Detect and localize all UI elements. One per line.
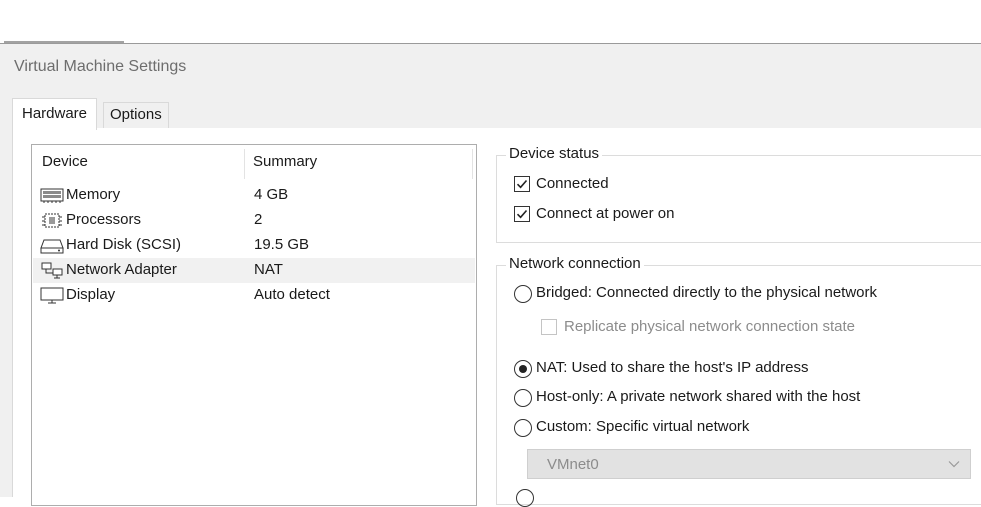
connect-at-power-on-label: Connect at power on xyxy=(536,205,675,222)
column-header-summary[interactable]: Summary xyxy=(253,153,317,170)
connected-label: Connected xyxy=(536,175,609,192)
device-name: Hard Disk (SCSI) xyxy=(66,236,182,253)
column-header-device[interactable]: Device xyxy=(42,153,88,170)
tab-hardware[interactable]: Hardware xyxy=(12,98,98,130)
checkbox-box[interactable] xyxy=(541,319,557,335)
checkbox-box[interactable] xyxy=(514,206,530,222)
radio-circle[interactable] xyxy=(514,285,532,303)
memory-icon xyxy=(40,187,64,204)
device-name: Processors xyxy=(66,211,142,228)
radio-circle[interactable] xyxy=(514,419,532,437)
device-summary: 4 GB xyxy=(254,186,289,203)
network-connection-label: Network connection xyxy=(506,255,644,272)
background-window-strip xyxy=(0,0,981,43)
radio-circle[interactable] xyxy=(514,360,532,378)
column-separator xyxy=(472,149,473,179)
checkmark-icon xyxy=(516,179,528,189)
radio-circle[interactable] xyxy=(514,389,532,407)
device-row-network-adapter[interactable]: Network Adapter NAT xyxy=(33,258,475,283)
host-only-label: Host-only: A private network shared with… xyxy=(536,388,861,405)
replicate-state-label: Replicate physical network connection st… xyxy=(564,318,855,335)
custom-label: Custom: Specific virtual network xyxy=(536,418,750,435)
device-name: Network Adapter xyxy=(66,261,177,278)
processor-icon xyxy=(40,212,64,229)
hard-disk-icon xyxy=(40,237,64,254)
device-summary: NAT xyxy=(254,261,283,278)
tab-options[interactable]: Options xyxy=(103,102,169,128)
device-row-memory[interactable]: Memory 4 GB xyxy=(33,183,475,208)
custom-network-value: VMnet0 xyxy=(547,456,599,473)
device-status-label: Device status xyxy=(506,145,603,162)
radio-circle[interactable] xyxy=(516,489,534,507)
vm-settings-dialog: Virtual Machine Settings Hardware Option… xyxy=(0,44,981,506)
display-icon xyxy=(40,287,64,304)
device-row-processors[interactable]: Processors 2 xyxy=(33,208,475,233)
nat-label: NAT: Used to share the host's IP address xyxy=(536,359,809,376)
device-summary: Auto detect xyxy=(254,286,330,303)
custom-network-select[interactable]: VMnet0 xyxy=(527,449,971,479)
column-separator xyxy=(244,149,245,179)
device-row-display[interactable]: Display Auto detect xyxy=(33,283,475,308)
device-row-hard-disk[interactable]: Hard Disk (SCSI) 19.5 GB xyxy=(33,233,475,258)
chevron-down-icon xyxy=(948,461,960,468)
bridged-label: Bridged: Connected directly to the physi… xyxy=(536,284,878,301)
radio-dot xyxy=(519,365,527,373)
device-summary: 2 xyxy=(254,211,263,228)
device-list[interactable]: Device Summary Memory 4 GB Processors 2 xyxy=(31,144,477,506)
window-title: Virtual Machine Settings xyxy=(14,58,187,75)
device-name: Display xyxy=(66,286,116,303)
network-adapter-icon xyxy=(40,262,64,279)
device-status-group: Device status xyxy=(496,145,981,243)
checkbox-box[interactable] xyxy=(514,176,530,192)
checkmark-icon xyxy=(516,209,528,219)
device-summary: 19.5 GB xyxy=(254,236,310,253)
device-name: Memory xyxy=(66,186,121,203)
